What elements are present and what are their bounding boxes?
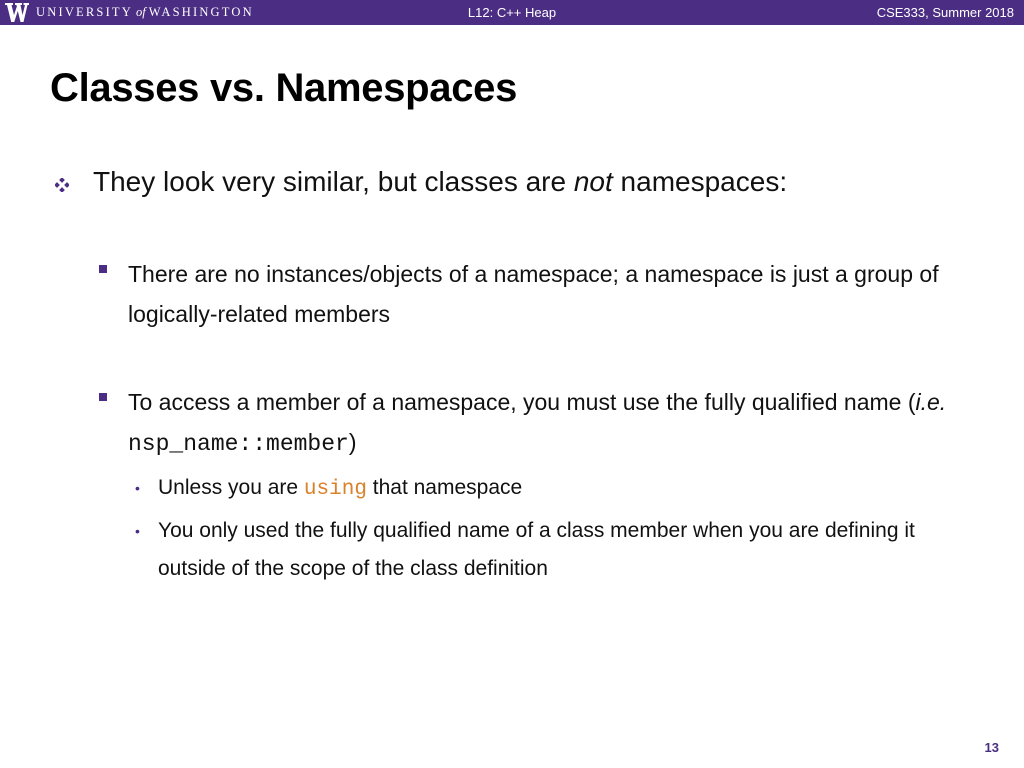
diamond-bullet-icon [55,178,69,192]
square-bullet-icon [99,265,107,273]
bullet-level2-instances: There are no instances/objects of a name… [128,261,939,327]
bullet-level3-using: Unless you are using that namespace [158,469,978,509]
bullet-level3-using-after: that namespace [366,476,523,499]
bullet-level1-emph: not [573,166,613,197]
square-bullet-icon [99,393,107,401]
bullet-level1-before: They look very similar, but classes are [93,166,574,197]
bullet-level2-access: To access a member of a namespace, you m… [128,382,968,464]
bullet-level2-access-after: ) [348,429,357,455]
course-label: CSE333, Summer 2018 [876,5,1014,20]
bullet-level1: They look very similar, but classes are … [93,166,787,198]
slide-title: Classes vs. Namespaces [50,66,518,110]
header-bar: UNIVERSITY of WASHINGTON L12: C++ Heap CSE… [0,0,1024,25]
dot-bullet-icon: • [135,523,140,539]
code-qualified-name: nsp_name::member [128,431,349,457]
bullet-level1-after: namespaces: [612,166,788,197]
slide: UNIVERSITY of WASHINGTON L12: C++ Heap CSE… [0,0,1024,768]
code-keyword-using: using [303,478,367,501]
page-number: 13 [984,740,999,755]
bullet-level3-class-member: You only used the fully qualified name o… [158,519,915,580]
bullet-level3-using-before: Unless you are [158,476,304,499]
bullet-level2-access-emph: i.e. [915,389,947,415]
lecture-title: L12: C++ Heap [467,5,557,20]
dot-bullet-icon: • [135,480,140,496]
bullet-level2-access-before: To access a member of a namespace, you m… [128,389,916,415]
